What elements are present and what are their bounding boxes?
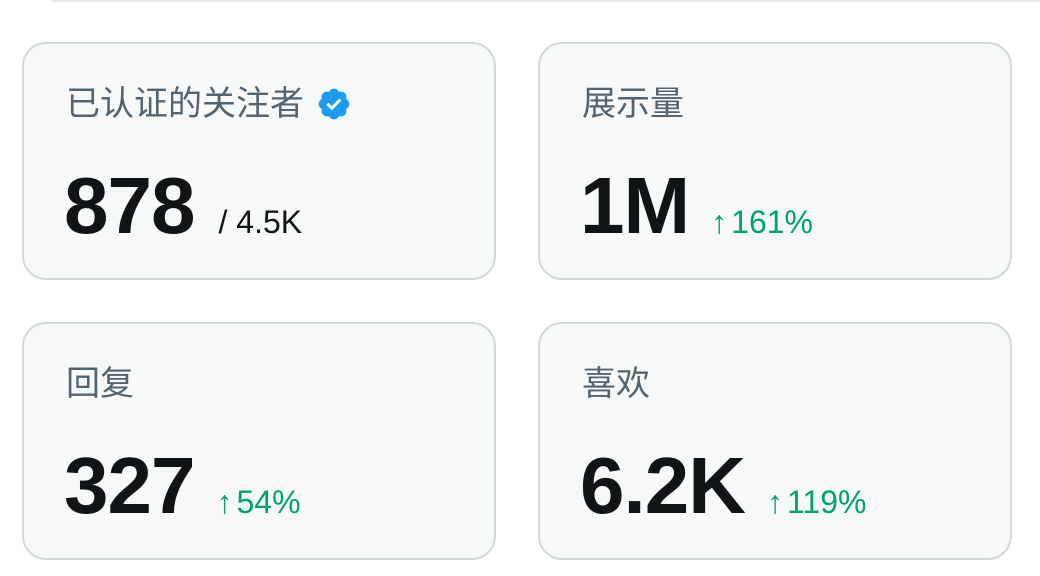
value-row: 878 / 4.5K: [64, 162, 302, 250]
trend-indicator: ↑ 119%: [767, 484, 866, 521]
metric-value: 878: [64, 161, 195, 250]
trend-indicator: ↑ 54%: [216, 484, 300, 521]
replies-card[interactable]: 回复 327 ↑ 54%: [22, 322, 496, 560]
arrow-up-icon: ↑: [766, 484, 783, 520]
metric-value: 6.2K: [580, 441, 746, 530]
metric-total: / 4.5K: [218, 204, 303, 240]
value-row: 1M ↑ 161%: [580, 162, 813, 250]
value-row: 6.2K ↑ 119%: [580, 442, 866, 530]
arrow-up-icon: ↑: [216, 484, 233, 520]
arrow-up-icon: ↑: [711, 204, 728, 240]
analytics-grid: 已认证的关注者 878 / 4.5K 展示量 1M ↑ 161% 回复 327 …: [22, 42, 1014, 560]
card-label-text: 已认证的关注者: [66, 84, 304, 124]
metric-value: 1M: [580, 161, 690, 250]
card-label-text: 展示量: [582, 84, 684, 124]
impressions-card[interactable]: 展示量 1M ↑ 161%: [538, 42, 1012, 280]
card-label-text: 回复: [66, 364, 134, 404]
trend-indicator: ↑ 161%: [711, 204, 813, 241]
card-label: 已认证的关注者: [66, 82, 352, 126]
verified-followers-card[interactable]: 已认证的关注者 878 / 4.5K: [22, 42, 496, 280]
verified-badge-icon: [316, 86, 352, 122]
card-label: 喜欢: [582, 362, 650, 406]
trend-value: 119%: [786, 484, 867, 520]
card-label: 回复: [66, 362, 134, 406]
trend-value: 54%: [236, 484, 301, 520]
card-label: 展示量: [582, 82, 684, 126]
top-divider: [52, 0, 1040, 2]
metric-value: 327: [64, 441, 195, 530]
likes-card[interactable]: 喜欢 6.2K ↑ 119%: [538, 322, 1012, 560]
trend-value: 161%: [731, 204, 813, 240]
card-label-text: 喜欢: [582, 364, 650, 404]
value-row: 327 ↑ 54%: [64, 442, 301, 530]
